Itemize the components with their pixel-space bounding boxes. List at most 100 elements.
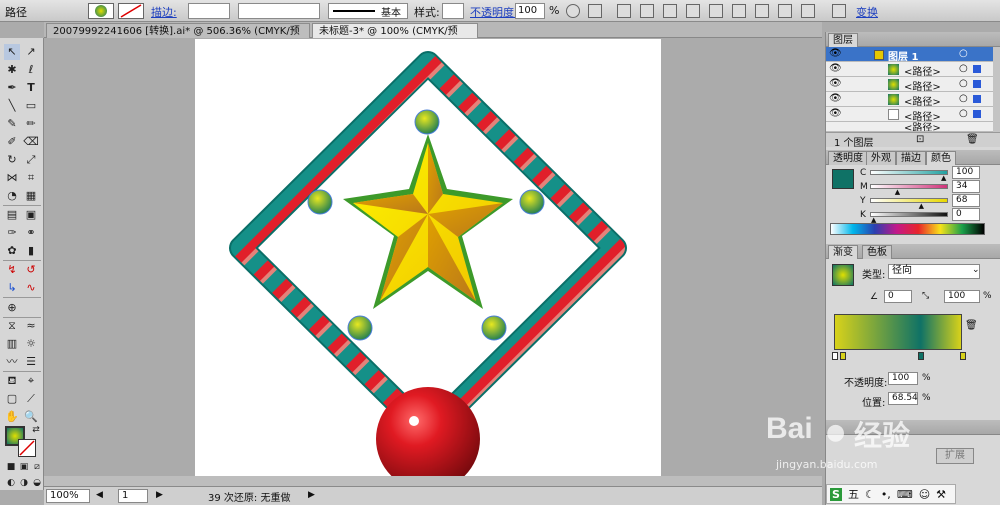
gradient-stop[interactable]	[918, 352, 924, 360]
warp-tool-icon[interactable]: ↯	[4, 262, 20, 278]
zoom-field[interactable]: 100%	[46, 489, 90, 503]
gradient-stop[interactable]	[840, 352, 846, 360]
paintbrush-tool-icon[interactable]: ✎	[4, 116, 20, 132]
line-tool-icon[interactable]: ╲	[4, 98, 20, 114]
slider-knob[interactable]: ▲	[919, 203, 924, 210]
layer-row[interactable]: <路径>	[826, 122, 993, 132]
gradient-tool-icon[interactable]: ▣	[23, 207, 39, 223]
artboard-field[interactable]: 1	[118, 489, 148, 503]
target-circle-icon[interactable]: ○	[959, 108, 968, 119]
keyboard-icon[interactable]: ⌨	[897, 488, 913, 501]
target-icon[interactable]: ⊕	[4, 300, 20, 316]
eye-icon[interactable]: 👁	[829, 48, 842, 59]
lasso-tool-icon[interactable]: ℓ	[23, 62, 39, 78]
align-left-icon[interactable]	[617, 4, 631, 18]
selection-square-icon[interactable]	[973, 110, 981, 118]
channel-slider-k[interactable]: ▲	[870, 212, 948, 224]
flare-tool-icon[interactable]: ☼	[23, 336, 39, 352]
column-graph-tool-icon[interactable]: ▮	[23, 243, 39, 259]
shape-builder-tool-icon[interactable]: ◔	[4, 188, 20, 204]
scribble-tool-icon[interactable]: 〰	[4, 354, 20, 370]
recolor-icon[interactable]	[566, 4, 580, 18]
draw-inside-icon[interactable]: ◒	[29, 475, 45, 491]
wave-tool-icon[interactable]: ≈	[23, 318, 39, 334]
rectangle-tool-icon[interactable]: ▭	[23, 98, 39, 114]
align-top-icon[interactable]	[686, 4, 700, 18]
new-layer-icon[interactable]: ⊡	[916, 134, 924, 145]
doc-tab-2[interactable]: 未标题-3* @ 100% (CMYK/预览)⊠	[312, 23, 478, 52]
moon-icon[interactable]: ☾	[865, 488, 875, 501]
next-artboard-icon[interactable]: ▶	[156, 490, 163, 500]
layer-row[interactable]: 👁 图层 1 ○	[826, 47, 993, 63]
tab-stroke[interactable]: 描边	[896, 151, 926, 165]
align-bottom-icon[interactable]	[732, 4, 746, 18]
opacity-field[interactable]: 100	[515, 3, 545, 19]
list-tool-icon[interactable]: ☰	[23, 354, 39, 370]
eye-icon[interactable]: 👁	[829, 93, 842, 104]
ime-mode[interactable]: 五	[848, 486, 859, 502]
delete-icon[interactable]: 🗑	[966, 134, 979, 145]
eyedropper-tool-icon[interactable]: ✑	[4, 225, 20, 241]
layer-row[interactable]: 👁 <路径> ○	[826, 62, 993, 78]
stroke-color-box[interactable]	[18, 439, 36, 457]
gradient-aspect-field[interactable]: 100	[944, 290, 980, 303]
tab-color[interactable]: 颜色	[926, 151, 956, 165]
tab-appearance[interactable]: 外观	[866, 151, 896, 165]
swap-fill-stroke-icon[interactable]: ⇄	[28, 422, 44, 438]
isolate-icon[interactable]	[832, 4, 846, 18]
eye-icon[interactable]: 👁	[829, 63, 842, 74]
envelope-tool-icon[interactable]: ⧖	[4, 318, 20, 334]
transform-link[interactable]: 变换	[856, 4, 878, 20]
target-circle-icon[interactable]: ○	[959, 63, 968, 74]
horizontal-scrollbar[interactable]	[44, 476, 822, 486]
symbol-sprayer-tool-icon[interactable]: ✿	[4, 243, 20, 259]
gradient-angle-field[interactable]: 0	[884, 290, 912, 303]
channel-slider-c[interactable]: ▲	[870, 170, 948, 182]
user-icon[interactable]: ☺	[919, 488, 930, 501]
mesh-tool-icon[interactable]: ▤	[4, 207, 20, 223]
channel-value-c[interactable]: 100	[952, 166, 980, 179]
gradient-thumbnail[interactable]	[832, 264, 854, 286]
stroke-swatch[interactable]	[118, 3, 144, 19]
variable-width-dropdown[interactable]	[238, 3, 320, 19]
distribute-bottom-icon[interactable]	[801, 4, 815, 18]
pucker-tool-icon[interactable]: ↳	[4, 280, 20, 296]
fill-swatch[interactable]	[88, 3, 114, 19]
tab-gradient[interactable]: 渐变	[828, 245, 858, 259]
scale-tool-icon[interactable]: ⤢	[23, 152, 39, 168]
artboard[interactable]	[195, 39, 661, 486]
wrinkle-tool-icon[interactable]: ∿	[23, 280, 39, 296]
eye-icon[interactable]: 👁	[829, 108, 842, 119]
selection-square-icon[interactable]	[973, 95, 981, 103]
rotate-tool-icon[interactable]: ↻	[4, 152, 20, 168]
color-spectrum[interactable]	[830, 223, 985, 235]
slice-tool-icon[interactable]: ⟋	[23, 391, 39, 407]
canvas-area[interactable]	[44, 38, 822, 486]
align-right-icon[interactable]	[663, 4, 677, 18]
channel-value-m[interactable]: 34	[952, 180, 980, 193]
layers-scrollbar[interactable]	[993, 47, 1000, 133]
gradient-location-field[interactable]: 68.54	[888, 392, 918, 405]
layer-row[interactable]: 👁 <路径> ○	[826, 92, 993, 108]
align-center-icon[interactable]	[640, 4, 654, 18]
gradient-slider[interactable]	[834, 314, 962, 350]
chevron-down-icon[interactable]: ⌄	[972, 265, 980, 275]
selection-tool-icon[interactable]: ↖	[4, 44, 20, 60]
punct-icon[interactable]: •,	[881, 488, 891, 501]
wrench-icon[interactable]: ⚒	[936, 488, 946, 501]
layer-row[interactable]: 👁 <路径> ○	[826, 77, 993, 93]
type-tool-icon[interactable]: T	[23, 80, 39, 96]
gradient-stop[interactable]	[960, 352, 966, 360]
none-mode-icon[interactable]: ⧄	[29, 459, 45, 475]
brush-definition-dropdown[interactable]: 基本	[328, 3, 408, 19]
color-swatch[interactable]	[832, 169, 854, 189]
doc-tab-1[interactable]: 20079992241606 [转换].ai* @ 506.36% (CMYK/…	[46, 23, 310, 52]
distribute-middle-icon[interactable]	[778, 4, 792, 18]
perspective-grid-tool-icon[interactable]: ▦	[23, 188, 39, 204]
selection-square-icon[interactable]	[973, 65, 981, 73]
eraser-tool-icon[interactable]: ⌫	[23, 134, 39, 150]
align-middle-icon[interactable]	[709, 4, 723, 18]
delete-stop-icon[interactable]: 🗑	[965, 320, 978, 331]
target-circle-icon[interactable]: ○	[959, 48, 968, 59]
hand-tool-icon[interactable]: ✋	[4, 409, 20, 425]
